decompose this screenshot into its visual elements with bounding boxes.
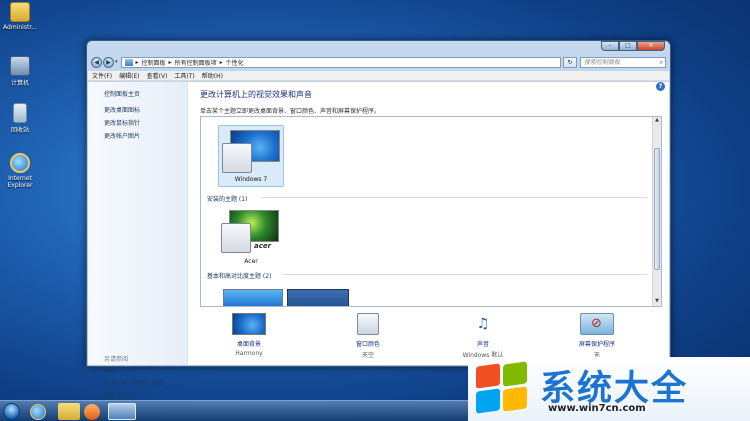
window-color-icon (357, 313, 379, 335)
refresh-button[interactable]: ↻ (563, 56, 577, 68)
theme-windows-7[interactable]: Windows 7 (218, 125, 284, 187)
theme-list: Windows 7 安装的主题 (1) acer Acer 基本和高对比度主题 … (200, 116, 662, 307)
help-button[interactable]: ? (656, 82, 665, 91)
content-area: 控制面板主页 更改桌面图标 更改鼠标指针 更改帐户图片 另请参阅 显示 任务栏和… (88, 82, 669, 400)
address-field[interactable]: ▸ 控制面板 ▸ 所有控制面板项 ▸ 个性化 (120, 56, 561, 68)
start-button[interactable] (3, 403, 20, 420)
desktop-icon-label: 计算机 (10, 80, 29, 87)
menu-tools[interactable]: 工具(T) (174, 71, 194, 80)
theme-windows-basic-thumbnail[interactable] (223, 289, 283, 306)
theme-windows-classic-thumbnail[interactable] (287, 289, 349, 306)
breadcrumb-separator: ▸ (168, 58, 172, 66)
breadcrumb-separator: ▸ (219, 58, 223, 66)
personalization-window: – □ ✕ ◀ ▶ ▾ ▸ 控制面板 ▸ 所有控制面板项 ▸ 个性化 ↻ 搜索控… (86, 40, 671, 400)
breadcrumb-personalization[interactable]: 个性化 (226, 58, 244, 67)
setting-label: 窗口颜色 (355, 341, 380, 348)
section-divider (261, 197, 647, 198)
link-change-mouse-pointers[interactable]: 更改鼠标指针 (104, 118, 140, 127)
back-button[interactable]: ◀ (91, 56, 102, 68)
window-color-swatch (222, 143, 252, 173)
search-input[interactable]: 搜索控制面板 ⌕ (580, 56, 666, 68)
task-links: 更改桌面图标 更改鼠标指针 更改帐户图片 (104, 105, 140, 144)
search-icon: ⌕ (659, 58, 663, 66)
window-color-button[interactable]: 窗口颜色 天空 (333, 313, 403, 359)
see-also-links: 显示 任务栏和「开始」菜单 轻松访问中心 (104, 365, 164, 404)
menu-file[interactable]: 文件(F) (92, 71, 112, 80)
window-color-swatch (221, 223, 251, 253)
link-change-desktop-icons[interactable]: 更改桌面图标 (104, 105, 140, 114)
breadcrumb-separator: ▸ (135, 58, 139, 66)
menu-bar: 文件(F) 编辑(E) 查看(V) 工具(T) 帮助(H) (88, 71, 669, 81)
scroll-up-arrow[interactable]: ▲ (653, 117, 661, 125)
desktop-background-icon (232, 313, 266, 335)
section-basic-themes: 基本和高对比度主题 (2) (207, 273, 272, 280)
theme-acer[interactable]: acer Acer (218, 206, 284, 268)
screensaver-icon (580, 313, 614, 335)
setting-label: 屏幕保护程序 (578, 341, 615, 348)
page-title: 更改计算机上的视觉效果和声音 (200, 90, 312, 99)
theme-name: Acer (244, 258, 258, 265)
desktop-icon-administrator[interactable]: Administr... (2, 2, 38, 31)
site-watermark: 系统大全 www.win7cn.com (468, 357, 750, 421)
desktop-background-button[interactable]: 桌面背景 Harmony (214, 313, 284, 357)
scroll-down-arrow[interactable]: ▼ (653, 298, 661, 306)
taskbar-explorer-icon[interactable] (58, 403, 80, 420)
folder-icon (10, 2, 30, 22)
section-divider (283, 274, 647, 275)
setting-value: Harmony (235, 350, 263, 357)
ie-icon (10, 153, 30, 173)
maximize-button[interactable]: □ (619, 41, 637, 51)
menu-help[interactable]: 帮助(H) (202, 71, 223, 80)
menu-edit[interactable]: 编辑(E) (119, 71, 139, 80)
recycle-bin-icon (13, 103, 27, 123)
sound-icon: ♫ (476, 316, 490, 332)
section-installed-themes: 安装的主题 (1) (207, 196, 248, 203)
address-bar: ◀ ▶ ▾ ▸ 控制面板 ▸ 所有控制面板项 ▸ 个性化 ↻ 搜索控制面板 ⌕ (91, 56, 666, 68)
link-taskbar-start-menu[interactable]: 任务栏和「开始」菜单 (104, 378, 164, 387)
forward-button[interactable]: ▶ (103, 56, 114, 68)
vertical-scrollbar[interactable]: ▲ ▼ (652, 117, 661, 306)
link-control-panel-home[interactable]: 控制面板主页 (104, 89, 140, 98)
theme-name: Windows 7 (234, 176, 268, 183)
menu-view[interactable]: 查看(V) (147, 71, 168, 80)
link-change-account-picture[interactable]: 更改帐户图片 (104, 131, 140, 140)
recent-pages-dropdown[interactable]: ▾ (115, 59, 118, 65)
computer-icon (10, 56, 30, 76)
link-display[interactable]: 显示 (104, 365, 164, 374)
desktop-icon-recycle-bin[interactable]: 回收站 (2, 103, 38, 134)
setting-label: 声音 (476, 341, 489, 348)
taskbar-ie-icon[interactable] (30, 404, 46, 420)
control-panel-icon (124, 58, 133, 66)
search-placeholder: 搜索控制面板 (584, 58, 621, 66)
taskbar-media-player-icon[interactable] (84, 404, 100, 420)
desktop-icon-computer[interactable]: 计算机 (2, 56, 38, 87)
taskbar-control-panel-icon[interactable] (108, 403, 136, 420)
scroll-thumb[interactable] (654, 148, 660, 270)
desktop-icon-internet-explorer[interactable]: Internet Explorer (2, 153, 38, 189)
caption-buttons: – □ ✕ (601, 41, 665, 51)
desktop-icon-label: Administr... (3, 24, 37, 31)
close-button[interactable]: ✕ (637, 41, 665, 51)
page-subtitle: 单击某个主题立即更改桌面背景、窗口颜色、声音和屏幕保护程序。 (200, 108, 381, 115)
see-also-heading: 另请参阅 (104, 356, 129, 363)
windows-flag-logo-icon (476, 361, 532, 414)
setting-label: 桌面背景 (236, 341, 261, 348)
screensaver-button[interactable]: 屏幕保护程序 无 (562, 313, 632, 359)
link-ease-of-access[interactable]: 轻松访问中心 (104, 391, 164, 400)
setting-value: 天空 (361, 352, 374, 359)
breadcrumb-all-items[interactable]: 所有控制面板项 (175, 58, 217, 67)
watermark-url: www.win7cn.com (548, 403, 646, 414)
sounds-button[interactable]: ♫ 声音 Windows 默认 (448, 313, 518, 359)
left-pane: 控制面板主页 更改桌面图标 更改鼠标指针 更改帐户图片 另请参阅 显示 任务栏和… (88, 82, 188, 400)
desktop-icon-label: Internet Explorer (7, 175, 33, 189)
acer-logo: acer (254, 242, 272, 250)
desktop-icon-label: 回收站 (10, 127, 29, 134)
minimize-button[interactable]: – (601, 41, 619, 51)
breadcrumb-control-panel[interactable]: 控制面板 (142, 58, 166, 67)
